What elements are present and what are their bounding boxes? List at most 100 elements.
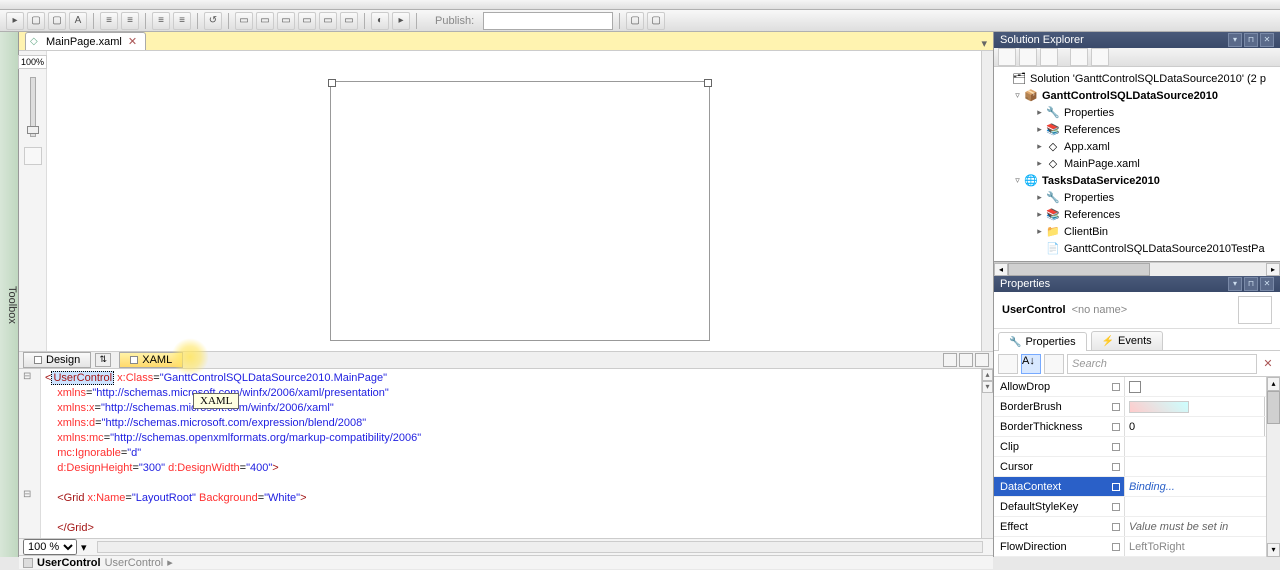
property-row-effect[interactable]: EffectValue must be set in bbox=[994, 517, 1280, 537]
code-gutter[interactable]: ⊟ ⊟ bbox=[19, 369, 41, 538]
comment-button[interactable]: ≡ bbox=[152, 12, 170, 30]
properties-subtab[interactable]: 🔧Properties bbox=[998, 332, 1087, 351]
props-sort-button[interactable] bbox=[1044, 354, 1064, 374]
breadcrumb-icon bbox=[23, 558, 33, 568]
tab-dropdown-icon[interactable]: ▾ bbox=[981, 37, 987, 50]
properties-node[interactable]: ▸🔧Properties bbox=[994, 104, 1280, 121]
property-row-allowdrop[interactable]: AllowDrop bbox=[994, 377, 1280, 397]
se-refresh-button[interactable] bbox=[1040, 48, 1058, 66]
properties-subtabs: 🔧Properties ⚡Events bbox=[994, 329, 1280, 351]
fit-to-screen-button[interactable] bbox=[24, 147, 42, 165]
property-row-defaultstylekey[interactable]: DefaultStyleKey bbox=[994, 497, 1280, 517]
property-row-clip[interactable]: Clip bbox=[994, 437, 1280, 457]
design-canvas[interactable] bbox=[47, 51, 993, 351]
design-tab[interactable]: Design bbox=[23, 352, 91, 368]
split-view-tabs: Design ⇅ XAML bbox=[19, 351, 993, 369]
breadcrumb-ancestor[interactable]: UserControl bbox=[105, 557, 164, 569]
toolbar-button[interactable]: A bbox=[69, 12, 87, 30]
document-tab-mainpage[interactable]: MainPage.xaml ✕ bbox=[25, 32, 146, 50]
properties-object-header: UserControl <no name> bbox=[994, 292, 1280, 329]
se-show-all-button[interactable] bbox=[1019, 48, 1037, 66]
zoom-percent[interactable]: 100% bbox=[18, 55, 47, 69]
property-row-flowdirection[interactable]: FlowDirectionLeftToRight bbox=[994, 537, 1280, 557]
xaml-editor[interactable]: ⊟ ⊟ <UserControl x:Class="GanttControlSQ… bbox=[19, 369, 993, 538]
toolbar-button[interactable]: ▭ bbox=[256, 12, 274, 30]
document-tab-title: MainPage.xaml bbox=[46, 36, 122, 48]
panel-dropdown-icon[interactable]: ▾ bbox=[1228, 277, 1242, 291]
publish-target-combo[interactable] bbox=[483, 12, 613, 30]
breadcrumb-current[interactable]: UserControl bbox=[37, 557, 101, 569]
solution-tree[interactable]: 🗂Solution 'GanttControlSQLDataSource2010… bbox=[994, 67, 1280, 262]
properties-panel-label: Properties bbox=[1000, 278, 1050, 290]
property-row-borderthickness[interactable]: BorderThickness0▾ bbox=[994, 417, 1280, 437]
toolbar-button[interactable]: ▸ bbox=[392, 12, 410, 30]
split-vertical-button[interactable] bbox=[943, 353, 957, 367]
uncomment-button[interactable]: ≡ bbox=[173, 12, 191, 30]
property-row-cursor[interactable]: Cursor bbox=[994, 457, 1280, 477]
xaml-code-content[interactable]: <UserControl x:Class="GanttControlSQLDat… bbox=[41, 369, 981, 538]
toolbox-panel-collapsed[interactable]: Toolbox bbox=[0, 32, 19, 557]
document-tab-strip: MainPage.xaml ✕ ▾ bbox=[19, 32, 993, 51]
property-row-borderbrush[interactable]: BorderBrush▾ bbox=[994, 397, 1280, 417]
publish-label: Publish: bbox=[435, 15, 474, 27]
categorize-button[interactable] bbox=[998, 354, 1018, 374]
collapse-pane-button[interactable] bbox=[975, 353, 989, 367]
toolbar-button[interactable]: ▸ bbox=[6, 12, 24, 30]
se-view-designer-button[interactable] bbox=[1091, 48, 1109, 66]
selected-object-type: UserControl bbox=[1002, 304, 1066, 316]
xaml-file-node[interactable]: ▸◇App.xaml bbox=[994, 138, 1280, 155]
property-row-datacontext[interactable]: DataContextBinding... bbox=[994, 477, 1280, 497]
zoom-thumb[interactable] bbox=[27, 126, 39, 134]
xaml-file-node[interactable]: ▸◇MainPage.xaml bbox=[994, 155, 1280, 172]
toolbar-button[interactable]: ▢ bbox=[626, 12, 644, 30]
xaml-tab-label: XAML bbox=[142, 354, 172, 366]
solution-tree-hscrollbar[interactable]: ◂▸ bbox=[994, 262, 1280, 276]
references-node[interactable]: ▸📚References bbox=[994, 121, 1280, 138]
se-view-code-button[interactable] bbox=[1070, 48, 1088, 66]
split-horizontal-button[interactable] bbox=[959, 353, 973, 367]
xaml-tab[interactable]: XAML bbox=[119, 352, 183, 368]
toolbar-button[interactable]: ▭ bbox=[235, 12, 253, 30]
panel-pin-icon[interactable]: ⊓ bbox=[1244, 33, 1258, 47]
events-subtab[interactable]: ⚡Events bbox=[1091, 331, 1163, 350]
indent-button[interactable]: ≡ bbox=[100, 12, 118, 30]
panel-dropdown-icon[interactable]: ▾ bbox=[1228, 33, 1242, 47]
menubar[interactable] bbox=[0, 0, 1280, 10]
clear-search-icon[interactable]: ✕ bbox=[1260, 357, 1276, 370]
toolbar-button[interactable]: ▭ bbox=[340, 12, 358, 30]
file-node[interactable]: 📄GanttControlSQLDataSource2010TestPa bbox=[994, 240, 1280, 257]
panel-pin-icon[interactable]: ⊓ bbox=[1244, 277, 1258, 291]
properties-node[interactable]: ▸🔧Properties bbox=[994, 189, 1280, 206]
solution-node[interactable]: 🗂Solution 'GanttControlSQLDataSource2010… bbox=[994, 70, 1280, 87]
toolbar-button[interactable]: ▢ bbox=[48, 12, 66, 30]
panel-close-icon[interactable]: ✕ bbox=[1260, 33, 1274, 47]
alphabetical-button[interactable]: A↓ bbox=[1021, 354, 1041, 374]
project-node[interactable]: ▿🌐TasksDataService2010 bbox=[994, 172, 1280, 189]
toolbar-button[interactable]: ▢ bbox=[27, 12, 45, 30]
se-properties-button[interactable] bbox=[998, 48, 1016, 66]
zoom-slider[interactable] bbox=[30, 77, 36, 137]
toolbar-button[interactable]: ◐ bbox=[371, 12, 389, 30]
project-node[interactable]: ▿📦GanttControlSQLDataSource2010 bbox=[994, 87, 1280, 104]
designer-vscrollbar[interactable] bbox=[981, 51, 993, 351]
xaml-vscrollbar[interactable]: ▴ ▾ bbox=[981, 369, 993, 538]
panel-close-icon[interactable]: ✕ bbox=[1260, 277, 1274, 291]
toolbar-button[interactable]: ▢ bbox=[647, 12, 665, 30]
usercontrol-designer[interactable] bbox=[330, 81, 710, 341]
editor-hscrollbar[interactable] bbox=[97, 541, 983, 553]
checkbox[interactable] bbox=[1129, 381, 1141, 393]
close-tab-icon[interactable]: ✕ bbox=[128, 35, 137, 48]
zoom-select[interactable]: 100 % bbox=[23, 539, 77, 555]
swap-panes-button[interactable]: ⇅ bbox=[95, 353, 111, 367]
properties-vscrollbar[interactable]: ▴▾ bbox=[1266, 377, 1280, 557]
toolbar-button[interactable]: ▭ bbox=[277, 12, 295, 30]
toolbar-button[interactable]: ▭ bbox=[319, 12, 337, 30]
toolbar-button[interactable]: ▭ bbox=[298, 12, 316, 30]
xaml-tooltip: XAML bbox=[193, 393, 239, 409]
references-node[interactable]: ▸📚References bbox=[994, 206, 1280, 223]
toolbar-button[interactable]: ↺ bbox=[204, 12, 222, 30]
folder-node[interactable]: ▸📁ClientBin bbox=[994, 223, 1280, 240]
outdent-button[interactable]: ≡ bbox=[121, 12, 139, 30]
properties-search-input[interactable] bbox=[1067, 354, 1257, 374]
properties-grid[interactable]: AllowDrop BorderBrush▾ BorderThickness0▾… bbox=[994, 377, 1280, 557]
